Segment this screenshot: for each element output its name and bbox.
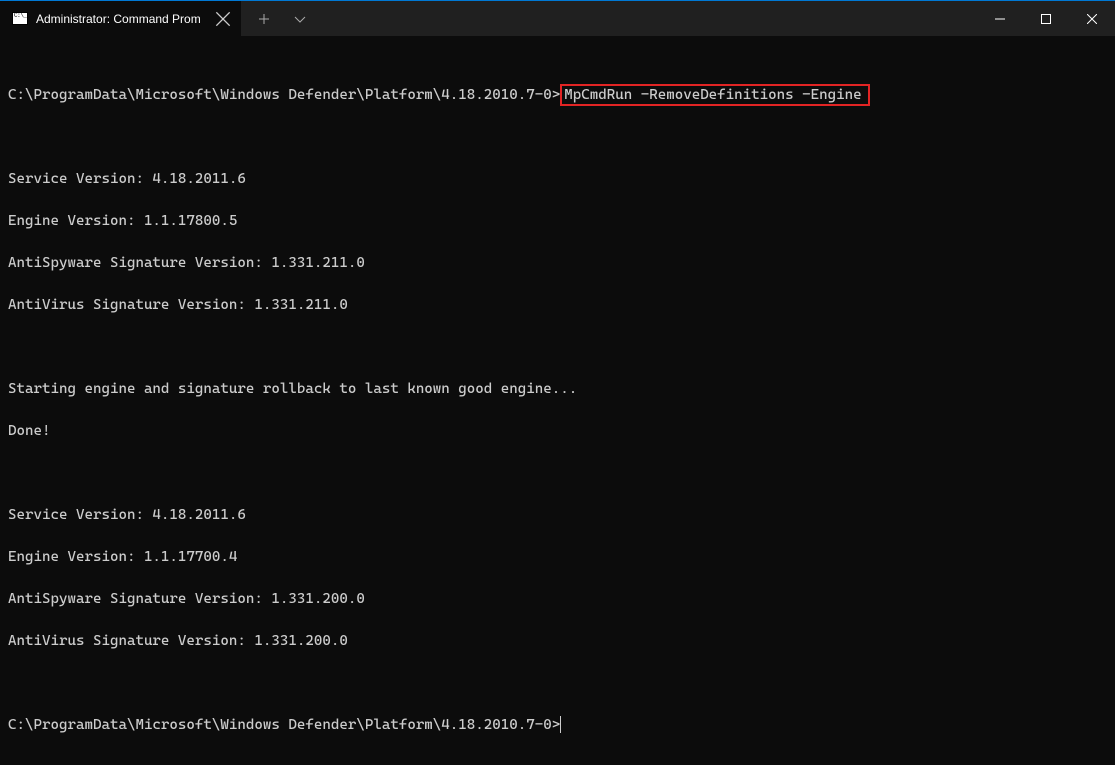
close-window-button[interactable]: [1069, 1, 1115, 36]
prompt-path: C:\ProgramData\Microsoft\Windows Defende…: [8, 87, 560, 103]
command-line: C:\ProgramData\Microsoft\Windows Defende…: [8, 85, 1107, 106]
output-line: Starting engine and signature rollback t…: [8, 379, 1107, 400]
output-line: AntiVirus Signature Version: 1.331.211.0: [8, 295, 1107, 316]
output-line: Service Version: 4.18.2011.6: [8, 169, 1107, 190]
cmd-icon: [12, 12, 28, 25]
window-controls: [977, 1, 1115, 36]
titlebar-drag-area[interactable]: [317, 1, 977, 36]
text-cursor: [560, 716, 561, 733]
output-line: Engine Version: 1.1.17700.4: [8, 547, 1107, 568]
blank-line: [8, 463, 1107, 484]
titlebar: Administrator: Command Prom: [0, 1, 1115, 36]
tab-active[interactable]: Administrator: Command Prom: [0, 1, 241, 36]
minimize-button[interactable]: [977, 1, 1023, 36]
prompt-line: C:\ProgramData\Microsoft\Windows Defende…: [8, 715, 1107, 736]
output-line: AntiSpyware Signature Version: 1.331.211…: [8, 253, 1107, 274]
tab-title: Administrator: Command Prom: [36, 12, 201, 26]
output-line: AntiVirus Signature Version: 1.331.200.0: [8, 631, 1107, 652]
output-line: Service Version: 4.18.2011.6: [8, 505, 1107, 526]
maximize-button[interactable]: [1023, 1, 1069, 36]
output-line: Engine Version: 1.1.17800.5: [8, 211, 1107, 232]
blank-line: [8, 337, 1107, 358]
highlighted-command: MpCmdRun -RemoveDefinitions -Engine: [560, 84, 869, 106]
prompt-path: C:\ProgramData\Microsoft\Windows Defende…: [8, 717, 560, 733]
new-tab-button[interactable]: [247, 1, 281, 36]
output-line: Done!: [8, 421, 1107, 442]
terminal-output[interactable]: C:\ProgramData\Microsoft\Windows Defende…: [0, 36, 1115, 765]
tab-actions: [241, 1, 317, 36]
close-tab-icon[interactable]: [215, 11, 231, 27]
dropdown-button[interactable]: [283, 1, 317, 36]
output-line: AntiSpyware Signature Version: 1.331.200…: [8, 589, 1107, 610]
blank-line: [8, 127, 1107, 148]
